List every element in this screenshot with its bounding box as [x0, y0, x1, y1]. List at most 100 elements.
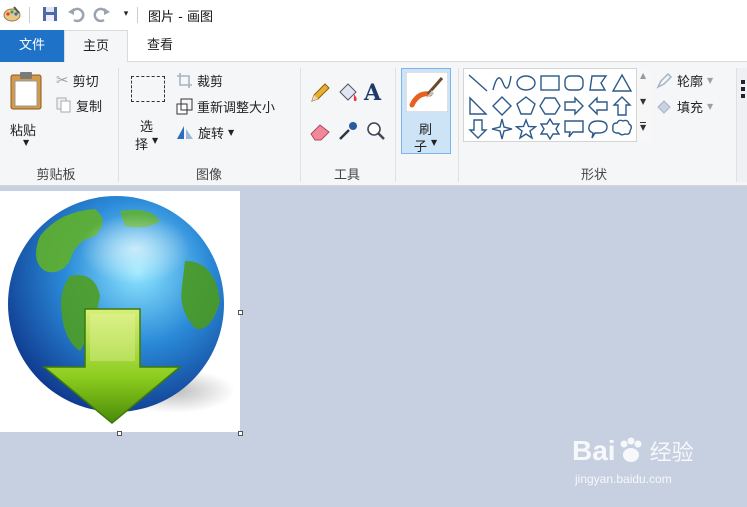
- tab-view[interactable]: 查看: [128, 30, 192, 62]
- group-separator: [458, 68, 459, 182]
- select-dropdown-arrow-icon: ▼: [152, 136, 159, 145]
- clipboard-group-label: 剪贴板: [36, 168, 76, 183]
- outline-label: 轮廓: [677, 74, 704, 90]
- polygon-shape-icon[interactable]: [587, 72, 609, 94]
- six-point-star-shape-icon[interactable]: [539, 118, 561, 140]
- shapes-gallery-scroll: ▲ ▼ ▼: [636, 68, 651, 142]
- pentagon-shape-icon[interactable]: [515, 95, 537, 117]
- down-arrow-shape-icon[interactable]: [467, 118, 489, 140]
- paste-label: 粘贴: [10, 124, 37, 139]
- globe-download-picture: [8, 196, 235, 424]
- expand-gallery-icon[interactable]: ▼: [640, 122, 647, 133]
- undo-icon[interactable]: [66, 4, 86, 24]
- outline-button[interactable]: 轮廓 ▼: [656, 70, 713, 90]
- tab-home[interactable]: 主页: [64, 30, 128, 63]
- tools-group-label: 工具: [333, 168, 360, 183]
- shapes-gallery: [463, 68, 651, 142]
- rotate-button[interactable]: 旋转 ▼: [176, 122, 234, 142]
- fill-button[interactable]: 填充 ▼: [656, 96, 713, 116]
- crop-button[interactable]: 裁剪: [176, 70, 223, 90]
- hexagon-shape-icon[interactable]: [539, 95, 561, 117]
- customize-toolbar-icon[interactable]: ▾: [116, 4, 136, 24]
- rotate-label: 旋转: [198, 126, 225, 142]
- oval-shape-icon[interactable]: [515, 72, 537, 94]
- right-arrow-shape-icon[interactable]: [563, 95, 585, 117]
- crop-label: 裁剪: [197, 74, 224, 90]
- scissors-icon: ✂: [56, 71, 69, 89]
- crop-icon: [177, 72, 192, 88]
- brushes-label-line2: 子: [414, 140, 428, 155]
- group-separator: [395, 68, 396, 182]
- pencil-icon[interactable]: [309, 82, 331, 104]
- paw-icon: [620, 437, 642, 462]
- resize-handle-right[interactable]: [238, 310, 243, 315]
- redo-icon[interactable]: [92, 4, 112, 24]
- save-icon[interactable]: [40, 4, 60, 24]
- watermark-brand-suffix: 经验: [649, 441, 694, 466]
- window-title: 图片 - 画图: [148, 10, 213, 25]
- resize-handle-bottom[interactable]: [117, 431, 122, 436]
- rectangular-callout-shape-icon[interactable]: [563, 118, 585, 140]
- clipboard-icon: [10, 72, 42, 110]
- brush-icon: [406, 72, 448, 112]
- color-picker-icon[interactable]: [337, 120, 359, 142]
- curve-shape-icon[interactable]: [491, 72, 513, 94]
- magnifier-icon[interactable]: [365, 120, 387, 142]
- resize-button[interactable]: 重新调整大小: [176, 96, 275, 116]
- left-arrow-shape-icon[interactable]: [587, 95, 609, 117]
- watermark-url: jingyan.baidu.com: [575, 472, 672, 486]
- brushes-dropdown-arrow-icon: ▼: [431, 138, 438, 147]
- brushes-button[interactable]: 刷 子 ▼: [401, 68, 451, 155]
- select-button[interactable]: 选 择 ▼: [128, 74, 168, 154]
- line-shape-icon[interactable]: [467, 72, 489, 94]
- titlebar-divider: [137, 7, 138, 23]
- diamond-shape-icon[interactable]: [491, 95, 513, 117]
- text-tool-icon[interactable]: A: [364, 80, 381, 106]
- rounded-rectangle-shape-icon[interactable]: [563, 72, 585, 94]
- cut-label: 剪切: [72, 74, 99, 90]
- up-arrow-shape-icon[interactable]: [611, 95, 633, 117]
- drawing-canvas[interactable]: [0, 191, 240, 432]
- fill-bucket-icon[interactable]: [336, 82, 360, 104]
- titlebar-divider: [29, 7, 30, 23]
- baidu-watermark: Bai 经验: [572, 435, 694, 467]
- fill-dropdown-arrow-icon: ▼: [707, 101, 714, 111]
- rotate-icon: [177, 125, 193, 139]
- paint-app-icon[interactable]: [2, 4, 22, 24]
- fill-icon: [657, 99, 671, 114]
- four-point-star-shape-icon[interactable]: [491, 118, 513, 140]
- cut-button[interactable]: ✂ 剪切: [56, 70, 99, 90]
- paste-button[interactable]: 粘贴 ▼: [6, 68, 46, 154]
- rotate-dropdown-arrow-icon: ▼: [228, 127, 235, 137]
- tab-file[interactable]: 文件: [0, 30, 64, 62]
- cloud-callout-shape-icon[interactable]: [611, 118, 633, 140]
- right-triangle-shape-icon[interactable]: [467, 95, 489, 117]
- resize-icon: [176, 98, 193, 114]
- copy-label: 复制: [76, 99, 103, 115]
- outline-icon: [656, 72, 673, 89]
- resize-handle-corner[interactable]: [238, 431, 243, 436]
- ribbon-collapsed-strip: [736, 68, 747, 182]
- more-options-icon[interactable]: [741, 80, 745, 84]
- rectangle-shape-icon[interactable]: [539, 72, 561, 94]
- select-label-line2: 择: [135, 138, 149, 153]
- eraser-icon[interactable]: [309, 120, 331, 142]
- copy-icon: [56, 97, 71, 113]
- oval-callout-shape-icon[interactable]: [587, 118, 609, 140]
- five-point-star-shape-icon[interactable]: [515, 118, 537, 140]
- title-bar: ▾ 图片 - 画图: [0, 0, 747, 30]
- fill-label: 填充: [677, 100, 704, 116]
- scroll-up-icon[interactable]: ▲: [640, 71, 646, 80]
- resize-label: 重新调整大小: [197, 100, 276, 116]
- watermark-brand: Bai: [572, 435, 616, 466]
- shapes-group-label: 形状: [580, 168, 607, 183]
- ribbon-tabs: 文件 主页 查看: [0, 30, 747, 63]
- paste-dropdown-arrow-icon: ▼: [23, 138, 30, 147]
- image-group-label: 图像: [195, 168, 222, 183]
- scroll-down-icon[interactable]: ▼: [640, 97, 646, 106]
- select-rectangle-icon: [131, 76, 165, 102]
- outline-dropdown-arrow-icon: ▼: [707, 75, 714, 85]
- select-label-line1: 选: [140, 120, 154, 135]
- triangle-shape-icon[interactable]: [611, 72, 633, 94]
- copy-button[interactable]: 复制: [56, 95, 102, 115]
